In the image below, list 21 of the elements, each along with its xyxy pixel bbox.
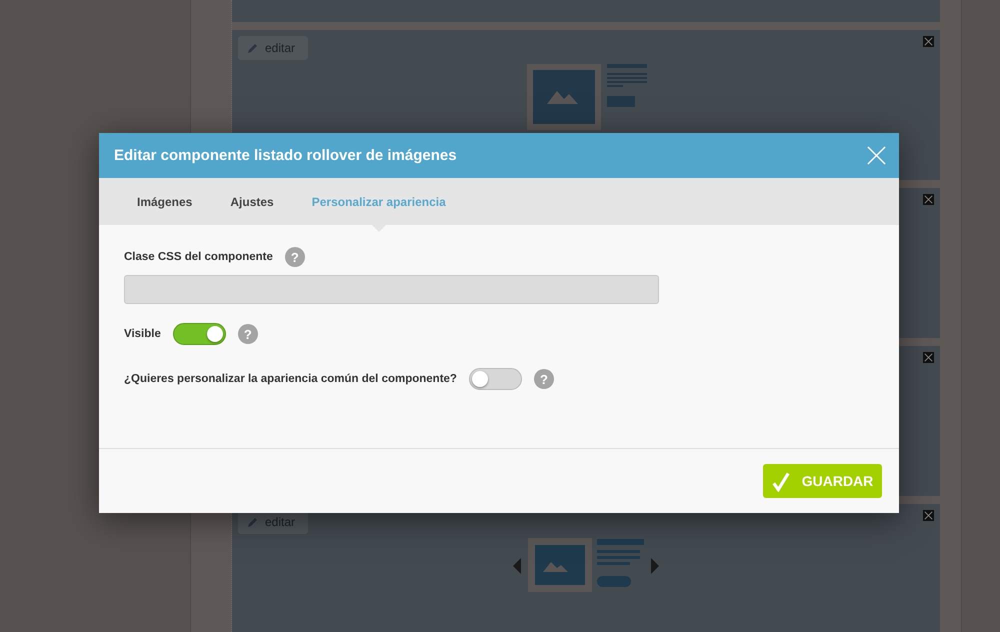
help-button[interactable]: ? (238, 324, 258, 344)
toggle-switch[interactable] (172, 323, 226, 345)
field-label: Clase CSS del componente (124, 251, 273, 263)
field-label: Visible (124, 328, 161, 340)
save-button[interactable]: GUARDAR (763, 464, 882, 498)
tab[interactable]: Imágenes (121, 178, 208, 225)
close-icon[interactable] (923, 510, 934, 521)
close-icon[interactable] (923, 36, 934, 47)
close-icon[interactable] (923, 194, 934, 205)
input-field[interactable] (124, 275, 659, 304)
pencil-icon (247, 516, 259, 528)
dialog-title: Editar componente listado rollover de imágenes (114, 147, 457, 164)
tab[interactable]: Ajustes (214, 178, 290, 225)
help-button[interactable]: ? (534, 369, 554, 389)
pencil-icon (247, 42, 259, 54)
field-label: ¿Quieres personalizar la apariencia común del componente? (124, 373, 457, 385)
tab[interactable]: Personalizar apariencia (296, 178, 462, 225)
help-button[interactable]: ? (284, 247, 305, 267)
check-icon (772, 470, 790, 492)
close-icon[interactable] (923, 352, 934, 363)
toggle-switch[interactable] (468, 368, 522, 390)
